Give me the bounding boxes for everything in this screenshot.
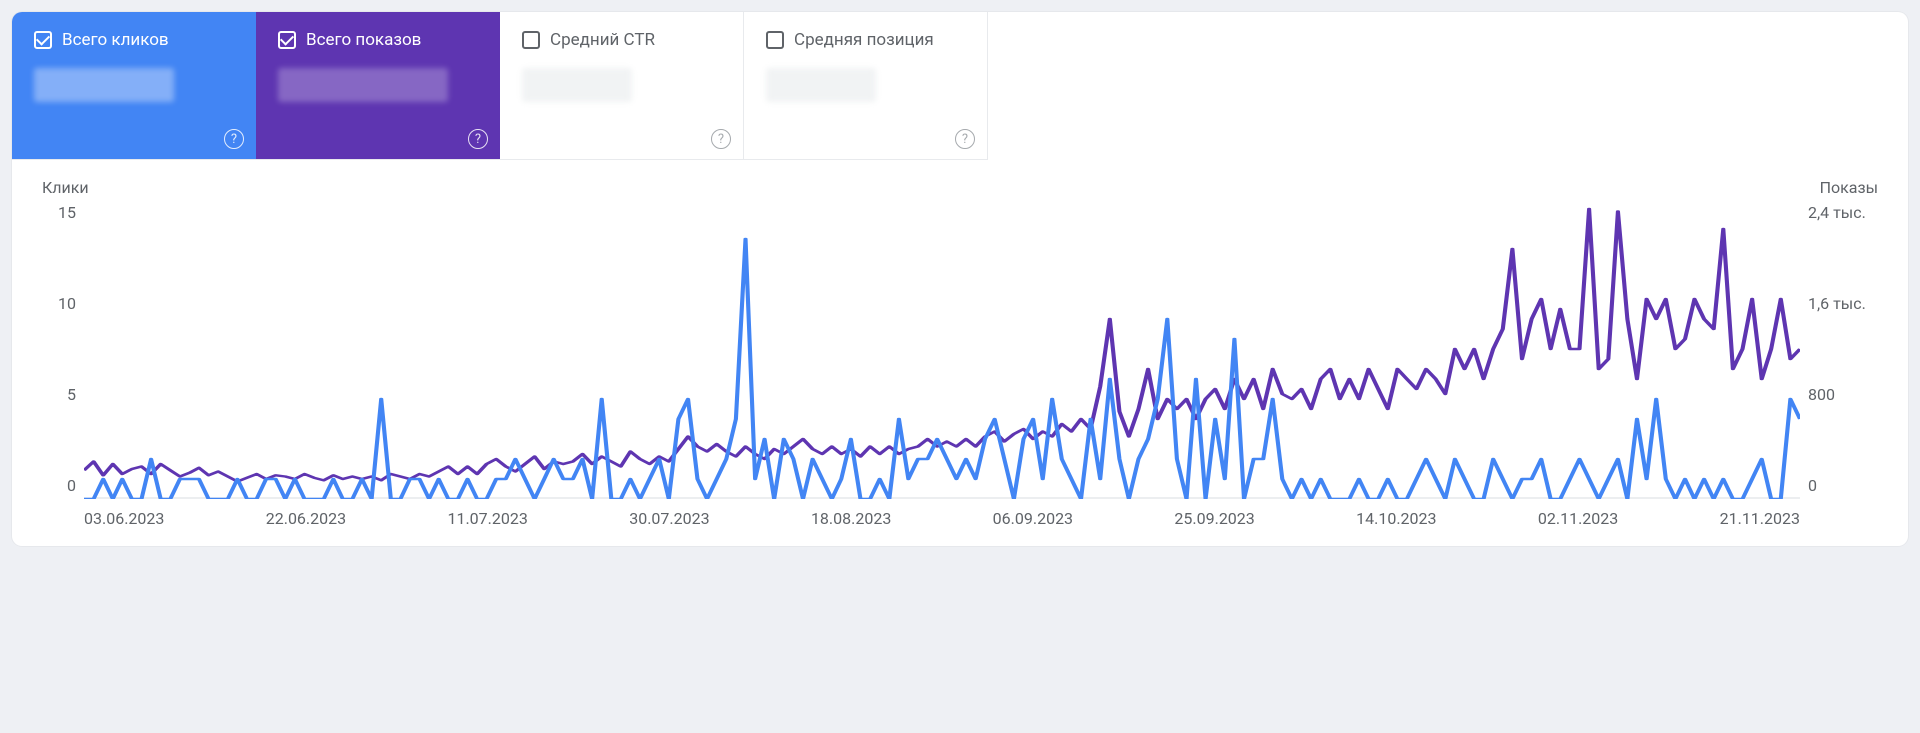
x-tick: 21.11.2023 (1720, 509, 1800, 528)
y-axis-right: 2,4 тыс. 1,6 тыс. 800 0 (1800, 199, 1878, 499)
help-icon[interactable]: ? (955, 129, 975, 149)
metric-card-impressions[interactable]: Всего показов ? (256, 12, 500, 160)
metric-card-clicks[interactable]: Всего кликов ? (12, 12, 256, 160)
metric-value-redacted (766, 68, 876, 102)
x-tick: 03.06.2023 (84, 509, 164, 528)
line-chart[interactable] (84, 199, 1800, 499)
x-tick: 14.10.2023 (1356, 509, 1436, 528)
checkbox-icon (522, 31, 540, 49)
y-axis-left: 15 10 5 0 (42, 199, 84, 499)
metric-label: Всего показов (306, 30, 421, 50)
metric-label: Средний CTR (550, 30, 655, 50)
x-tick: 25.09.2023 (1174, 509, 1254, 528)
x-tick: 02.11.2023 (1538, 509, 1618, 528)
right-axis-title: Показы (1820, 178, 1878, 197)
x-axis: 03.06.2023 22.06.2023 11.07.2023 30.07.2… (84, 499, 1800, 528)
chart-area: Клики Показы 15 10 5 0 2,4 тыс. 1,6 тыс.… (12, 160, 1908, 546)
metric-value-redacted (522, 68, 632, 102)
performance-card: Всего кликов ? Всего показов ? Средний C… (12, 12, 1908, 546)
y-tick: 0 (67, 476, 76, 495)
x-tick: 06.09.2023 (993, 509, 1073, 528)
checkbox-icon (278, 31, 296, 49)
checkbox-icon (766, 31, 784, 49)
y-tick: 800 (1808, 385, 1835, 404)
metric-label: Всего кликов (62, 30, 169, 50)
metric-label: Средняя позиция (794, 30, 934, 50)
metric-card-ctr[interactable]: Средний CTR ? (500, 12, 744, 160)
metric-card-position[interactable]: Средняя позиция ? (744, 12, 988, 160)
y-tick: 10 (58, 294, 76, 313)
y-tick: 2,4 тыс. (1808, 203, 1866, 222)
x-tick: 11.07.2023 (447, 509, 527, 528)
help-icon[interactable]: ? (711, 129, 731, 149)
y-tick: 15 (58, 203, 76, 222)
left-axis-title: Клики (42, 178, 89, 197)
help-icon[interactable]: ? (468, 129, 488, 149)
metric-value-redacted (34, 68, 174, 102)
metric-value-redacted (278, 68, 448, 102)
checkbox-icon (34, 31, 52, 49)
metric-cards-row: Всего кликов ? Всего показов ? Средний C… (12, 12, 1908, 160)
y-tick: 0 (1808, 476, 1817, 495)
help-icon[interactable]: ? (224, 129, 244, 149)
x-tick: 22.06.2023 (266, 509, 346, 528)
x-tick: 18.08.2023 (811, 509, 891, 528)
y-tick: 5 (67, 385, 76, 404)
y-tick: 1,6 тыс. (1808, 294, 1866, 313)
x-tick: 30.07.2023 (629, 509, 709, 528)
